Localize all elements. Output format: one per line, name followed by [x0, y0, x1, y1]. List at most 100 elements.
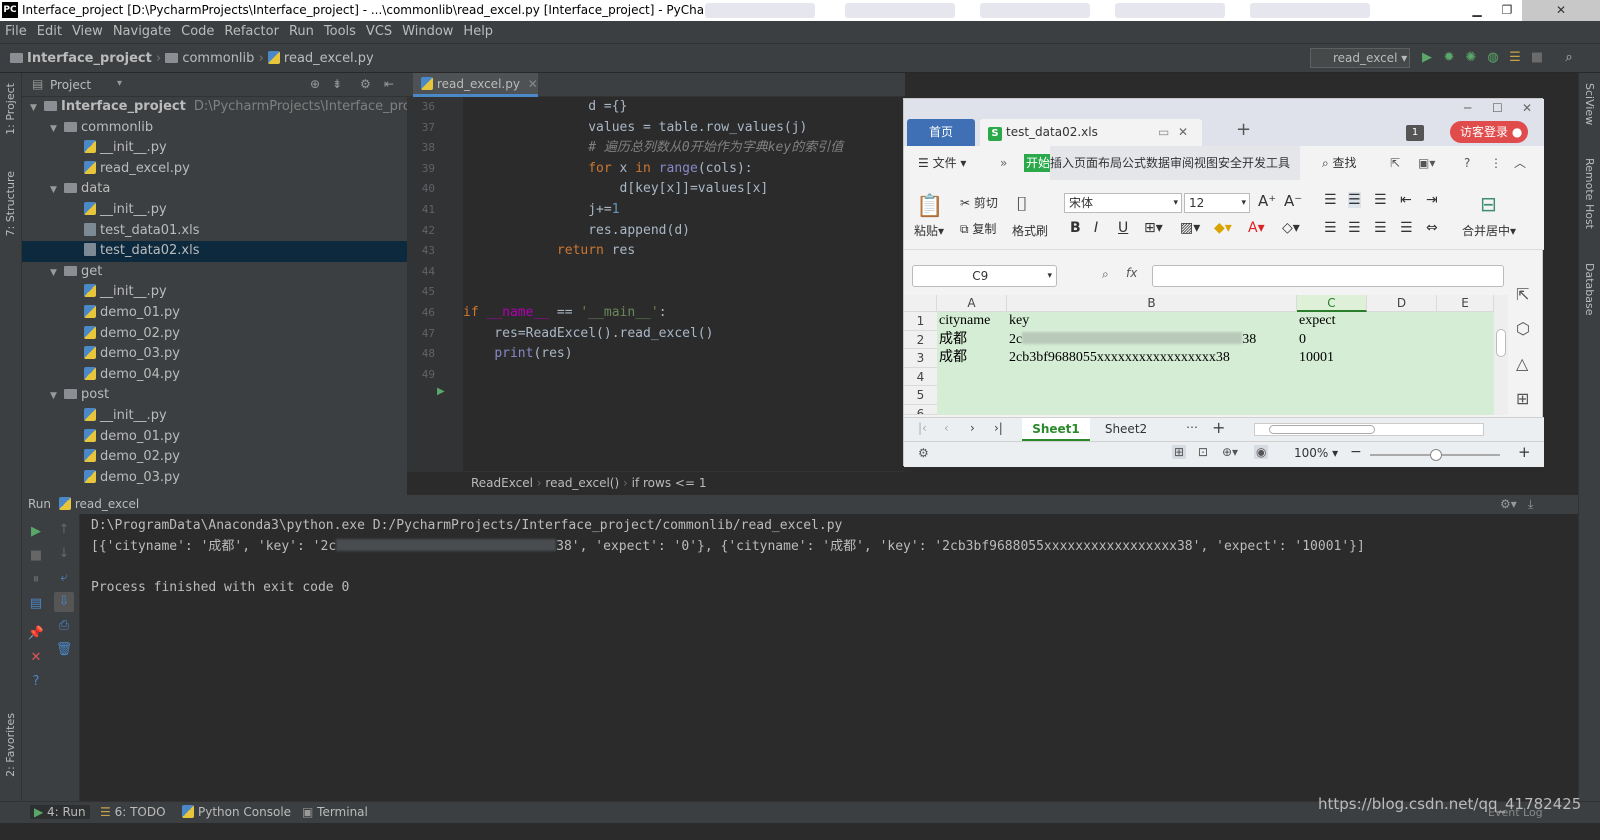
menu-help[interactable]: Help [458, 21, 498, 43]
eye-protect-icon[interactable]: ◉ [1254, 445, 1269, 459]
wps-minimize-icon[interactable]: ─ [1464, 101, 1471, 115]
wps-ribbon-tabs[interactable]: 插入页面布局公式数据审阅视图安全开发工具 [1050, 146, 1300, 180]
wps-file-tab[interactable]: Stest_data02.xls ▭ ✕ [980, 119, 1202, 146]
tree-item[interactable]: ▼ Interface_project D:\PycharmProjects\Int… [22, 97, 435, 119]
cut-button[interactable]: ✂ 剪切 [960, 194, 998, 211]
normal-view-icon[interactable]: ⊞ [1172, 445, 1187, 459]
sciview-tool-tab[interactable]: SciView [1583, 83, 1596, 125]
expand-arrow-icon[interactable]: ▼ [30, 98, 44, 119]
cell-a3[interactable]: 成都 [939, 349, 1007, 368]
expand-arrow-icon[interactable]: ▼ [50, 263, 64, 284]
tree-item[interactable]: __init__.py [22, 138, 407, 159]
status-settings-icon[interactable]: ⚙ [918, 446, 929, 460]
expand-arrow-icon[interactable]: ▼ [50, 180, 64, 201]
more-icon[interactable]: » [1000, 146, 1007, 180]
fx-icon[interactable]: fx [1126, 266, 1137, 280]
menu-code[interactable]: Code [176, 21, 219, 43]
tree-item[interactable]: ▼ get [22, 262, 407, 283]
page-break-view-icon[interactable]: ⊡ [1198, 445, 1208, 459]
code-line[interactable] [463, 282, 905, 303]
run-header-config[interactable]: read_excel [75, 497, 139, 511]
code-line[interactable]: j+=1 [463, 200, 905, 221]
tree-item[interactable]: ▼ commonlib [22, 118, 407, 139]
menu-tools[interactable]: Tools [319, 21, 361, 43]
close-window-icon[interactable]: ✕ [1522, 0, 1600, 21]
menu-run[interactable]: Run [284, 21, 319, 43]
expand-arrow-icon[interactable]: ▼ [50, 119, 64, 140]
run-configuration-select[interactable]: read_excel ▾ [1310, 48, 1410, 68]
tree-item[interactable]: demo_03.py [22, 468, 407, 489]
wps-file-menu[interactable]: ☰ 文件 ▾ [918, 146, 966, 180]
column-header-c[interactable]: C [1297, 295, 1367, 312]
share-icon[interactable]: ⇱ [1390, 146, 1400, 180]
h-scrollbar-thumb[interactable] [1269, 425, 1375, 434]
style-icon[interactable]: △ [1516, 354, 1528, 373]
console-output[interactable]: D:\ProgramData\Anaconda3\python.exe D:/P… [91, 516, 1571, 598]
breadcrumb-folder[interactable]: commonlib [182, 51, 254, 66]
python-console-button[interactable]: Python Console [182, 805, 291, 819]
more-sheets-icon[interactable]: ⋯ [1186, 420, 1198, 434]
stop-icon[interactable]: ■ [1528, 49, 1546, 67]
align-top-icon[interactable]: ☰ [1324, 192, 1337, 208]
cell-b2[interactable]: 2c 38 [1009, 331, 1297, 350]
justify-icon[interactable]: ☰ [1400, 220, 1413, 236]
last-sheet-icon[interactable]: ›| [994, 421, 1003, 435]
copy-button[interactable]: ⧉ 复制 [960, 220, 996, 237]
page-layout-view-icon[interactable]: ⊕▾ [1222, 445, 1238, 459]
zoom-in-icon[interactable]: + [1518, 443, 1531, 461]
wps-find-button[interactable]: ⌕ 查找 [1322, 146, 1357, 180]
clear-format-button[interactable]: ◇▾ [1282, 220, 1300, 236]
run-icon[interactable]: ▶ [1418, 49, 1436, 67]
menu-edit[interactable]: Edit [32, 21, 67, 43]
help-question-icon[interactable]: ? [26, 672, 46, 692]
hide-icon[interactable]: ⇤ [384, 77, 394, 91]
wps-close-icon[interactable]: ✕ [1522, 101, 1532, 115]
crumb-method[interactable]: read_excel() [545, 476, 619, 490]
scrollbar-thumb[interactable] [1496, 329, 1506, 357]
font-family-select[interactable]: 宋体 ▾ [1064, 193, 1182, 213]
font-size-select[interactable]: 12 ▾ [1184, 193, 1250, 213]
zoom-slider-handle[interactable] [1430, 449, 1442, 461]
column-header-e[interactable]: E [1437, 295, 1494, 312]
coverage-icon[interactable]: ✺ [1462, 49, 1480, 67]
run-tool-button[interactable]: ▶ 4: Run [30, 805, 90, 819]
code-line[interactable]: if __name__ == '__main__': [463, 303, 905, 324]
row-header-2[interactable]: 2 [904, 330, 937, 350]
collapse-ribbon-icon[interactable]: ︿ [1514, 146, 1526, 180]
row-header-5[interactable]: 5 [904, 386, 937, 405]
align-middle-icon[interactable]: ☰ [1348, 192, 1361, 208]
scroll-to-end-icon[interactable]: ⇩ [54, 592, 74, 612]
align-center-icon[interactable]: ☰ [1348, 220, 1361, 236]
border-button[interactable]: ⊞▾ [1144, 220, 1163, 236]
cell-b3[interactable]: 2cb3bf9688055xxxxxxxxxxxxxxxxx38 [1009, 349, 1297, 368]
pin-tab-icon[interactable]: 📌 [26, 624, 46, 644]
zoom-slider[interactable] [1370, 449, 1500, 461]
bold-button[interactable]: B [1070, 220, 1081, 236]
sheet-tab-sheet2[interactable]: Sheet2 [1092, 418, 1160, 441]
cell-c1[interactable]: expect [1299, 312, 1367, 331]
gear-icon[interactable]: ⚙ [360, 77, 371, 91]
print-icon[interactable]: ⎙ [54, 616, 74, 636]
cell-c3[interactable]: 10001 [1299, 349, 1367, 368]
menu-navigate[interactable]: Navigate [108, 21, 176, 43]
paste-icon[interactable]: 📋 [916, 194, 943, 219]
restore-icon[interactable]: ❐ [1492, 0, 1522, 21]
code-line[interactable] [463, 262, 905, 283]
fill-pattern-button[interactable]: ▨▾ [1180, 220, 1200, 236]
menu-vcs[interactable]: VCS [361, 21, 397, 43]
menu-window[interactable]: Window [397, 21, 458, 43]
italic-button[interactable]: I [1094, 220, 1098, 236]
collapse-icon[interactable]: ⇟ [332, 77, 342, 91]
tree-item[interactable]: demo_01.py [22, 303, 407, 324]
tree-item[interactable]: demo_01.py [22, 427, 407, 448]
trash-icon[interactable]: 🗑 [54, 640, 74, 660]
debug-icon[interactable]: ✹ [1440, 49, 1458, 67]
row-header-3[interactable]: 3 [904, 349, 937, 368]
minimize-panel-icon[interactable]: ⤓ [1528, 495, 1533, 514]
indent-increase-icon[interactable]: ⇥ [1426, 192, 1438, 208]
tree-item[interactable]: __init__.py [22, 200, 407, 221]
minimize-icon[interactable]: ▁ [1462, 0, 1492, 21]
prev-sheet-icon[interactable]: ‹ [944, 421, 949, 435]
tree-item[interactable]: demo_02.py [22, 447, 407, 468]
project-panel-title[interactable]: Project [50, 78, 91, 92]
